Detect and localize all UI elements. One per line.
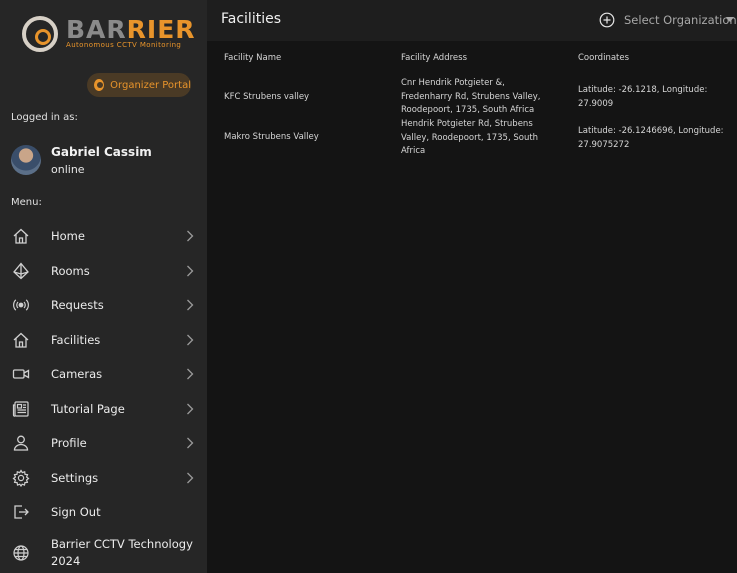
add-circle-icon[interactable] <box>599 12 615 28</box>
sidebar-footer: Barrier CCTV Technology 2024 <box>0 536 207 570</box>
chevron-right-icon <box>185 298 195 312</box>
column-header-coordinates: Coordinates <box>578 53 630 63</box>
sidebar-item-facilities[interactable]: Facilities <box>0 323 207 357</box>
sidebar-item-settings[interactable]: Settings <box>0 461 207 495</box>
rooms-icon <box>12 262 30 280</box>
home-icon <box>12 331 30 349</box>
sidebar-item-label: Settings <box>51 470 99 485</box>
newspaper-icon <box>12 400 30 418</box>
brand-logo[interactable]: BARRIER Autonomous CCTV Monitoring <box>22 16 197 56</box>
sidebar-item-tutorial-page[interactable]: Tutorial Page <box>0 392 207 426</box>
camera-icon <box>12 365 30 383</box>
logged-in-label: Logged in as: <box>11 112 78 123</box>
column-header-facility-address: Facility Address <box>401 53 467 63</box>
sidebar-item-label: Cameras <box>51 366 103 381</box>
brand-tagline: Autonomous CCTV Monitoring <box>66 41 182 49</box>
chevron-right-icon <box>185 333 195 347</box>
sidebar-item-cameras[interactable]: Cameras <box>0 357 207 391</box>
coordinates-cell: Latitude: -26.1218, Longitude: 27.9009 <box>578 85 708 109</box>
sidebar-item-home[interactable]: Home <box>0 219 207 253</box>
portal-icon <box>94 79 105 91</box>
chevron-right-icon <box>185 229 195 243</box>
facility-name-cell: KFC Strubens valley <box>224 92 310 102</box>
globe-icon <box>12 544 30 562</box>
user-name: Gabriel Cassim <box>51 145 152 159</box>
sidebar-item-label: Sign Out <box>51 504 101 519</box>
broadcast-icon <box>12 296 30 314</box>
sidebar: BARRIER Autonomous CCTV Monitoring Organ… <box>0 0 207 573</box>
sidebar-item-profile[interactable]: Profile <box>0 426 207 460</box>
column-header-facility-name: Facility Name <box>224 53 282 63</box>
facility-address-cell: Cnr Hendrik Potgieter &, Fredenharry Rd,… <box>401 78 541 115</box>
header: Facilities Select Organization <box>207 0 737 41</box>
organizer-portal-button[interactable]: Organizer Portal <box>87 73 191 97</box>
chevron-right-icon <box>185 367 195 381</box>
gear-icon <box>12 469 30 487</box>
organizer-portal-label: Organizer Portal <box>110 79 191 91</box>
sidebar-item-label: Rooms <box>51 263 90 278</box>
avatar[interactable] <box>11 145 41 175</box>
facility-address-cell: Hendrik Potgieter Rd, Strubens Valley, R… <box>401 119 539 156</box>
user-icon <box>12 434 30 452</box>
brand-name: BARRIER <box>66 15 196 44</box>
chevron-right-icon <box>185 264 195 278</box>
caret-down-icon[interactable] <box>726 17 734 22</box>
sidebar-item-rooms[interactable]: Rooms <box>0 254 207 288</box>
chevron-right-icon <box>185 402 195 416</box>
chevron-right-icon <box>185 436 195 450</box>
facility-name-cell: Makro Strubens Valley <box>224 132 319 142</box>
sign-out-icon <box>12 503 30 521</box>
sidebar-item-requests[interactable]: Requests <box>0 288 207 322</box>
sidebar-item-label: Requests <box>51 297 104 312</box>
sidebar-item-label: Profile <box>51 435 87 450</box>
sidebar-item-label: Tutorial Page <box>51 401 125 416</box>
organization-select[interactable]: Select Organization <box>624 13 737 27</box>
home-icon <box>12 227 30 245</box>
sidebar-item-sign-out[interactable]: Sign Out <box>0 495 207 529</box>
sidebar-item-label: Facilities <box>51 332 101 347</box>
chevron-right-icon <box>185 471 195 485</box>
coordinates-cell: Latitude: -26.1246696, Longitude: 27.907… <box>578 126 724 150</box>
logo-mark-icon <box>22 16 58 52</box>
page-title: Facilities <box>221 11 281 27</box>
footer-text: Barrier CCTV Technology 2024 <box>51 537 193 568</box>
user-status: online <box>51 163 85 176</box>
sidebar-item-label: Home <box>51 228 85 243</box>
menu-label: Menu: <box>11 197 42 208</box>
